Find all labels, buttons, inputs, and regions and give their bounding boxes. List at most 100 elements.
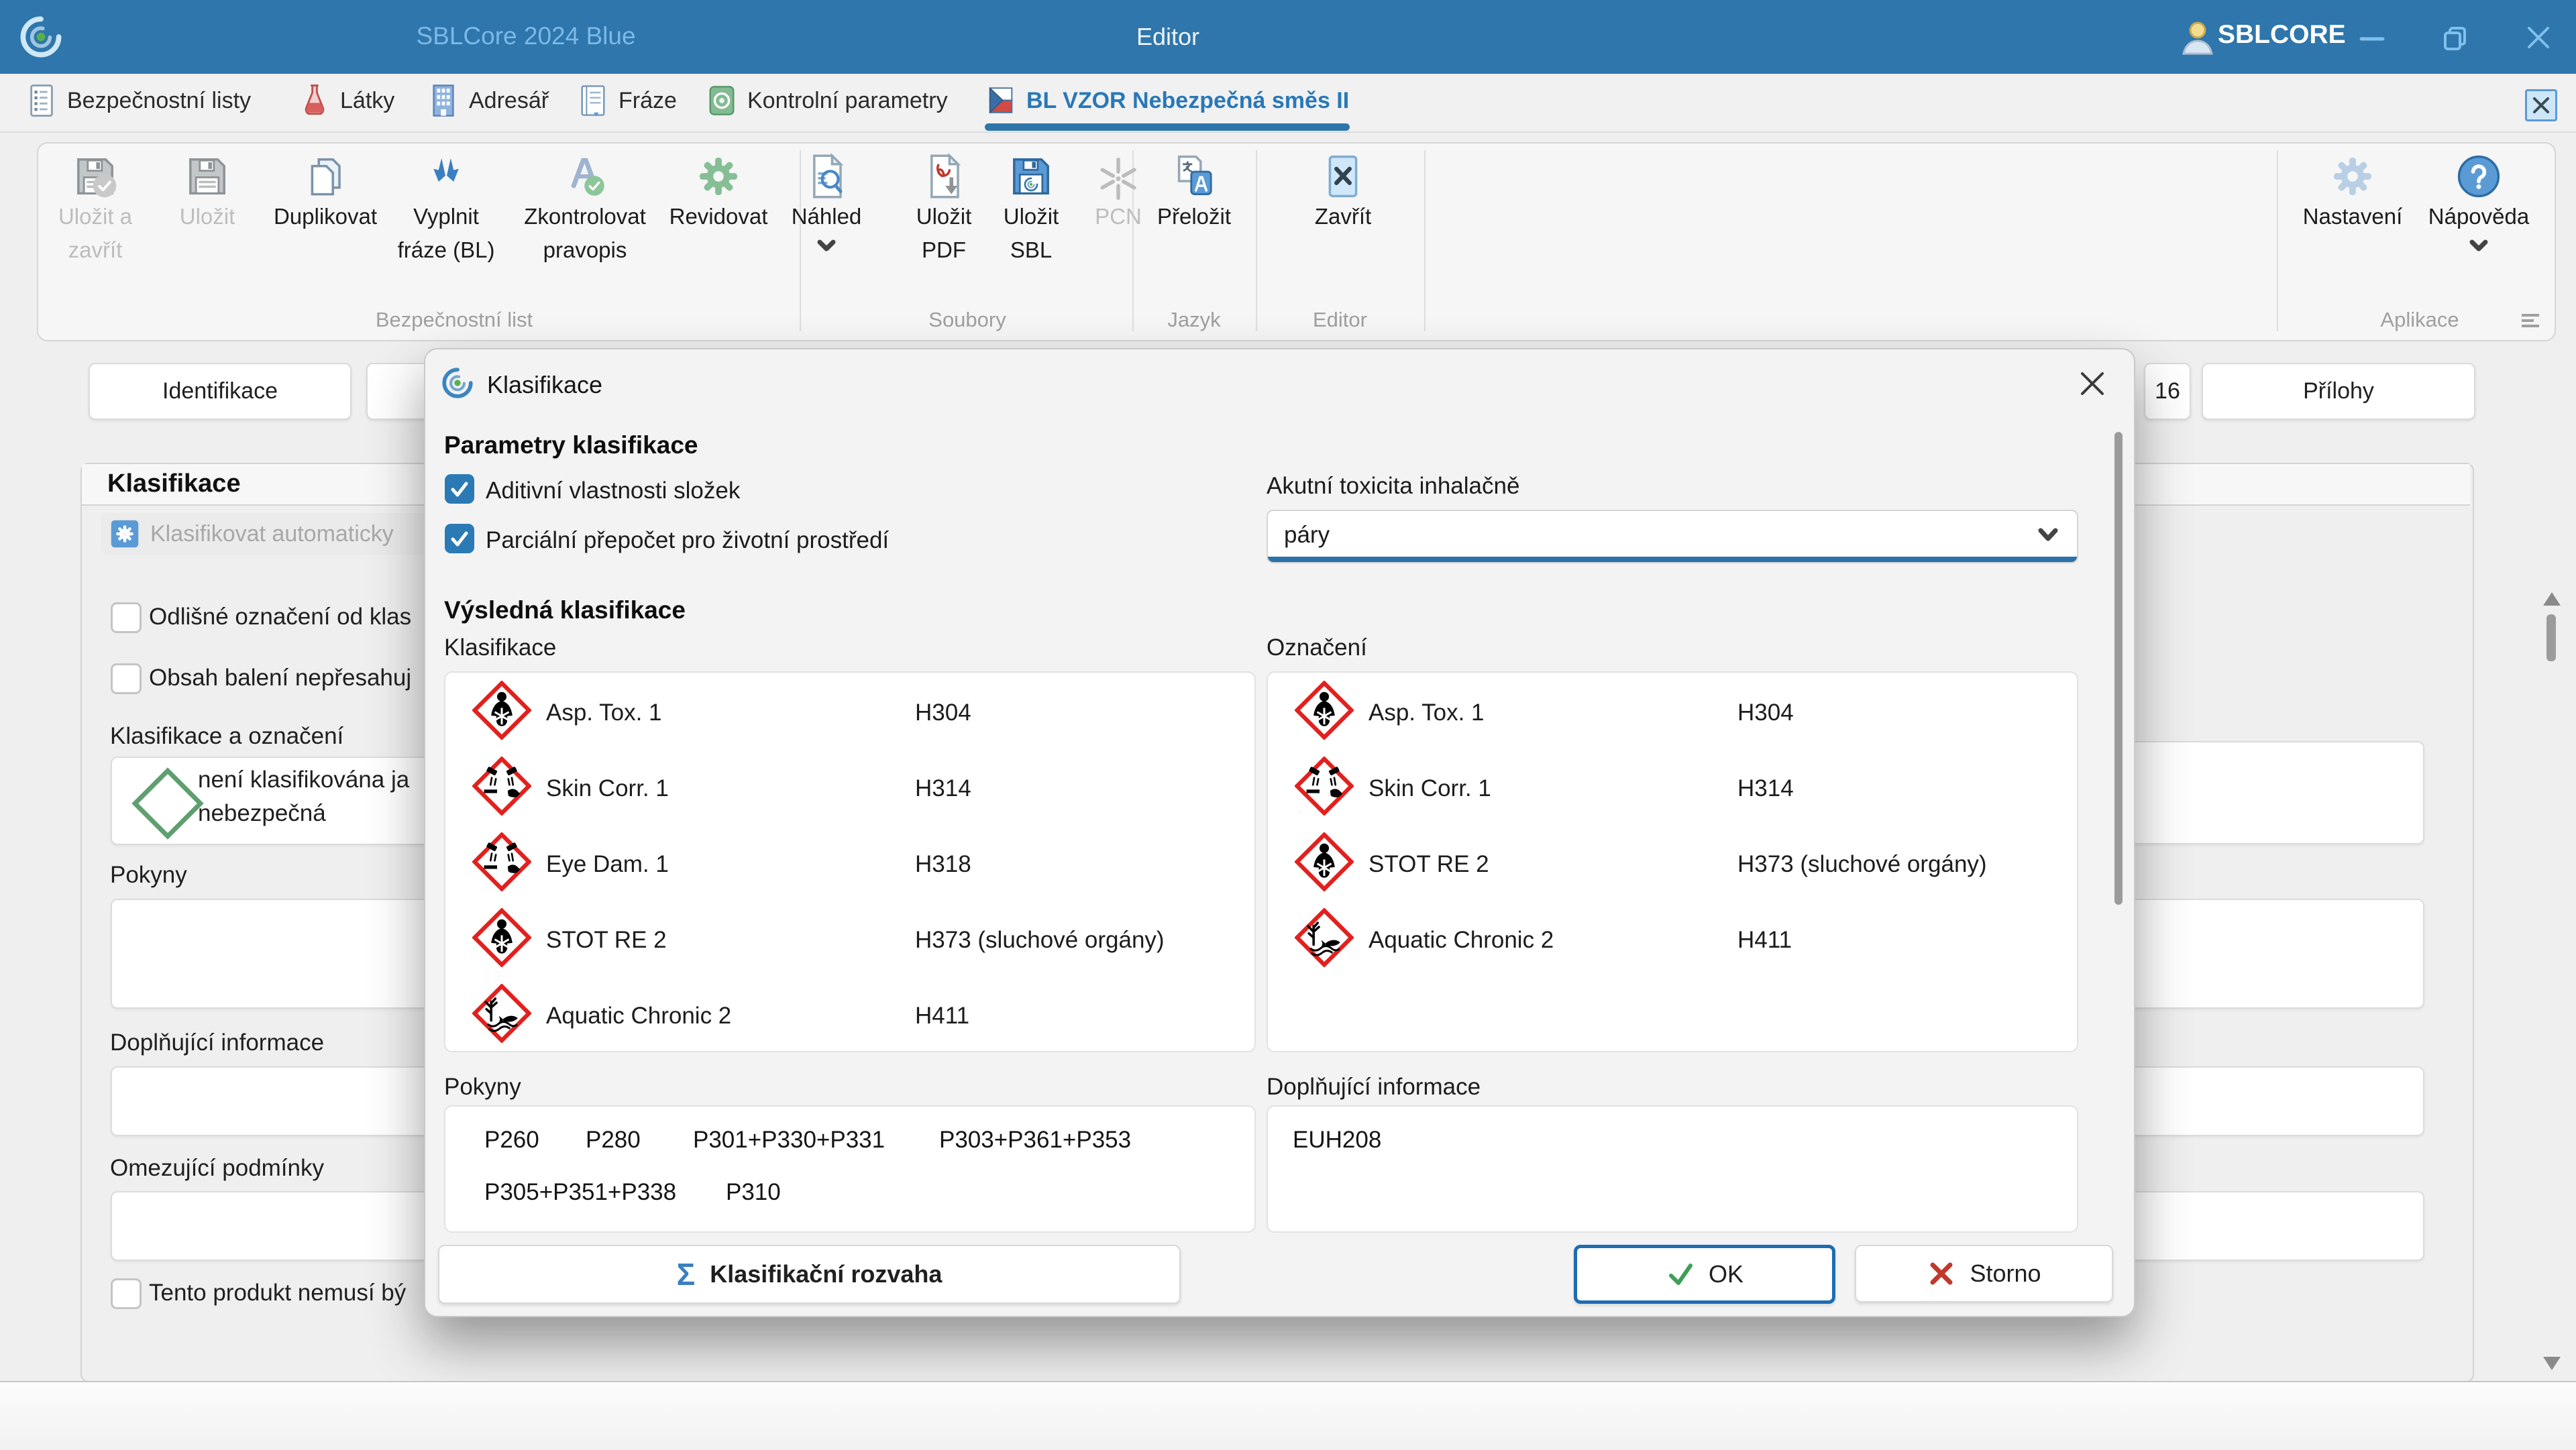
checkbox-obsah-baleni[interactable] bbox=[111, 663, 142, 694]
tab-bezpecnostni-listy[interactable]: Bezpečnostní listy bbox=[25, 82, 251, 119]
scroll-up-arrow[interactable] bbox=[2540, 589, 2564, 609]
main-tab-strip: Bezpečnostní listy Látky Adresář Fráze bbox=[0, 74, 2576, 133]
ghs09-environment-icon bbox=[1295, 908, 1354, 970]
tab-fraze[interactable]: Fráze bbox=[577, 82, 677, 119]
checkbox-partial[interactable] bbox=[445, 524, 474, 553]
ghs08-health-hazard-icon bbox=[472, 908, 531, 970]
ribbon-button-label: Uložit bbox=[916, 200, 972, 233]
dropdown-accent-bar bbox=[1268, 557, 2077, 562]
hazard-class: Aquatic Chronic 2 bbox=[546, 1003, 731, 1029]
ribbon-button-label: pravopis bbox=[543, 233, 627, 267]
ribbon-spellcheck-button[interactable]: Zkontrolovat pravopis bbox=[508, 153, 662, 267]
section-tab-16[interactable]: 16 bbox=[2144, 363, 2191, 420]
dialog-logo-icon bbox=[440, 366, 475, 400]
chevron-down-icon bbox=[815, 239, 838, 254]
auto-classify-label: Klasifikovat automaticky bbox=[150, 521, 394, 547]
ribbon-settings-button[interactable]: Nastavení bbox=[2292, 153, 2413, 233]
euh-code: EUH208 bbox=[1293, 1127, 1381, 1154]
ribbon-close-editor-button[interactable]: Zavřít bbox=[1293, 153, 1393, 233]
storno-x-icon bbox=[1927, 1259, 1956, 1288]
p-code: P310 bbox=[726, 1179, 781, 1206]
ribbon-duplicate-button[interactable]: Duplikovat bbox=[265, 153, 386, 233]
spellcheck-icon bbox=[561, 153, 608, 200]
address-book-icon bbox=[427, 82, 460, 119]
classify-automatically-button[interactable]: Klasifikovat automaticky bbox=[101, 513, 476, 555]
checkbox-tento-label: Tento produkt nemusí bý bbox=[149, 1280, 406, 1306]
klasifikace-dialog: Klasifikace Parametry klasifikace Aditiv… bbox=[424, 348, 2135, 1317]
ribbon-group-label: Editor bbox=[1256, 308, 1424, 332]
pokyny-panel: P260 P280 P301+P330+P331 P303+P361+P353 … bbox=[444, 1105, 1256, 1233]
ribbon-button-label: PDF bbox=[922, 233, 966, 267]
inhalation-dropdown[interactable]: páry bbox=[1267, 510, 2078, 563]
restore-button[interactable] bbox=[2436, 19, 2474, 56]
pokyny-label: Pokyny bbox=[444, 1074, 521, 1101]
section-tab-label: Identifikace bbox=[162, 378, 278, 404]
main-scrollbar-thumb[interactable] bbox=[2546, 614, 2556, 661]
fill-phrases-icon bbox=[423, 153, 470, 200]
ribbon-separator bbox=[1256, 150, 1257, 331]
duplicate-icon bbox=[302, 153, 349, 200]
result-heading: Výsledná klasifikace bbox=[444, 596, 686, 624]
account-name: SBLCORE bbox=[2218, 20, 2346, 50]
scroll-down-arrow[interactable] bbox=[2540, 1353, 2564, 1374]
ribbon-group-label: Soubory bbox=[847, 308, 1088, 332]
ribbon-button-label: Vyplnit bbox=[413, 200, 479, 233]
dialog-scrollbar-thumb[interactable] bbox=[2114, 432, 2123, 905]
ribbon-separator bbox=[2277, 150, 2278, 331]
ribbon-save-sbl-button[interactable]: Uložit SBL bbox=[981, 153, 1081, 267]
ribbon-button-label: Duplikovat bbox=[274, 200, 377, 233]
checkbox-odlisne-label: Odlišné označení od klas bbox=[149, 604, 411, 630]
dialog-close-button[interactable] bbox=[2077, 368, 2108, 399]
klasifikace-oznaceni-label: Klasifikace a označení bbox=[110, 723, 343, 750]
close-window-button[interactable] bbox=[2520, 19, 2557, 56]
classification-balance-button[interactable]: Σ Klasifikační rozvaha bbox=[438, 1245, 1181, 1304]
restore-icon bbox=[2440, 23, 2470, 52]
checkbox-tento-produkt[interactable] bbox=[111, 1278, 142, 1309]
params-heading: Parametry klasifikace bbox=[444, 431, 698, 459]
ribbon-save-button[interactable]: Uložit bbox=[167, 153, 248, 233]
safety-data-sheets-icon bbox=[25, 82, 58, 119]
tab-bl-vzor-active[interactable]: BL VZOR Nebezpečná směs II bbox=[985, 82, 1349, 119]
ribbon-group-label: Bezpečnostní list bbox=[333, 308, 575, 332]
save-sbl-icon bbox=[1008, 153, 1055, 200]
section-tab-prilohy[interactable]: Přílohy bbox=[2202, 363, 2475, 420]
tab-adresar[interactable]: Adresář bbox=[427, 82, 549, 119]
ok-button[interactable]: OK bbox=[1574, 1245, 1835, 1304]
ribbon-save-pdf-button[interactable]: Uložit PDF bbox=[894, 153, 994, 267]
save-and-close-icon bbox=[72, 153, 119, 200]
substances-flask-icon bbox=[299, 82, 331, 119]
inhalation-label: Akutní toxicita inhalačně bbox=[1267, 473, 1519, 500]
ribbon-help-button[interactable]: Nápověda bbox=[2418, 153, 2539, 254]
close-tab-button[interactable] bbox=[2525, 89, 2557, 121]
h-code: H373 (sluchové orgány) bbox=[915, 927, 1165, 954]
ribbon-translate-button[interactable]: Přeložit bbox=[1144, 153, 1244, 233]
ribbon-options-icon[interactable] bbox=[2519, 310, 2542, 330]
ghs05-corrosion-icon bbox=[472, 832, 531, 895]
tab-kontrolni-parametry[interactable]: Kontrolní parametry bbox=[706, 82, 948, 119]
section-tab-identifikace[interactable]: Identifikace bbox=[89, 363, 352, 420]
check-icon bbox=[447, 477, 472, 501]
tab-latky[interactable]: Látky bbox=[299, 82, 394, 119]
ribbon-fill-phrases-button[interactable]: Vyplnit fráze (BL) bbox=[379, 153, 513, 267]
auto-classify-gear-icon bbox=[110, 519, 140, 549]
chevron-down-icon bbox=[2035, 526, 2061, 545]
active-tab-underline bbox=[985, 123, 1350, 131]
checkbox-odlisne-oznaceni[interactable] bbox=[111, 602, 142, 633]
hazard-class: Asp. Tox. 1 bbox=[1368, 700, 1485, 726]
p-code: P305+P351+P338 bbox=[484, 1179, 676, 1206]
sigma-icon: Σ bbox=[677, 1256, 696, 1292]
minimize-icon bbox=[2357, 23, 2387, 52]
ribbon-preview-button[interactable]: Náhled bbox=[780, 153, 873, 254]
h-code: H304 bbox=[915, 700, 971, 726]
chevron-down-icon bbox=[2467, 239, 2490, 254]
ribbon-revise-button[interactable]: Revidovat bbox=[658, 153, 779, 233]
minimize-button[interactable] bbox=[2353, 19, 2391, 56]
checkbox-additive[interactable] bbox=[445, 474, 474, 504]
ghs05-corrosion-icon bbox=[1295, 757, 1354, 819]
storno-button[interactable]: Storno bbox=[1855, 1245, 2113, 1302]
tab-label: Kontrolní parametry bbox=[747, 88, 948, 114]
close-tab-icon bbox=[2531, 95, 2551, 115]
pokyny-bg-label: Pokyny bbox=[110, 862, 187, 889]
ribbon-save-and-close-button[interactable]: Uložit a zavřít bbox=[52, 153, 139, 267]
help-icon bbox=[2455, 153, 2502, 200]
